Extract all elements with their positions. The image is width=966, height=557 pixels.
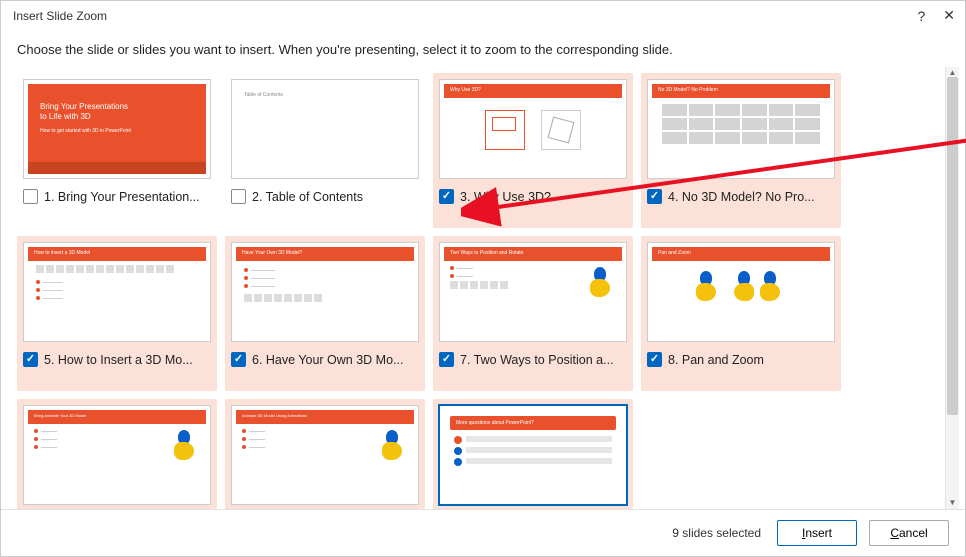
slide-thumbnail: Why Use 3D? [439,79,627,179]
slide-thumbnail: Two Ways to Position and Rotate ———— ———… [439,242,627,342]
slide-item[interactable]: Have Your Own 3D Model? —————— —————— ——… [225,236,425,391]
slide-label: 1. Bring Your Presentation... [44,190,211,204]
slide-thumbnail: Pan and Zoom [647,242,835,342]
insert-button[interactable]: Insert [777,520,857,546]
slide-thumbnail: Bring Animate Your 3D Model ———— ———— ——… [23,405,211,505]
slide-item[interactable]: Table of Contents 2. Table of Contents [225,73,425,228]
slide-checkbox[interactable] [647,352,662,367]
slide-item[interactable]: Animate 3D Model Using Animations ———— —… [225,399,425,509]
slide-item[interactable]: Two Ways to Position and Rotate ———— ———… [433,236,633,391]
slide-checkbox[interactable] [231,189,246,204]
slide-label: 5. How to Insert a 3D Mo... [44,353,211,367]
selection-status: 9 slides selected [672,526,761,540]
slide-item[interactable]: Why Use 3D? 3. Why Use 3D? [433,73,633,228]
slide-thumbnail: Have Your Own 3D Model? —————— —————— ——… [231,242,419,342]
slide-checkbox[interactable] [23,189,38,204]
slide-label: 4. No 3D Model? No Pro... [668,190,835,204]
slide-item[interactable]: Bring Your Presentations to Life with 3D… [17,73,217,228]
slide-item[interactable]: How to insert a 3D Model ————— ————— ———… [17,236,217,391]
slide-thumbnail: No 3D Model? No Problem [647,79,835,179]
slide-item[interactable]: No 3D Model? No Problem 4. No 3D Model? … [641,73,841,228]
slide-checkbox[interactable] [23,352,38,367]
scroll-up-icon[interactable]: ▲ [949,69,957,77]
slide-item[interactable]: More questions about PowerPoint? [433,399,633,509]
slide-item[interactable]: Pan and Zoom 8. Pan and Zoom [641,236,841,391]
close-icon[interactable]: ✕ [943,7,955,24]
dialog-footer: 9 slides selected Insert Cancel [1,509,965,556]
slide-grid: Bring Your Presentations to Life with 3D… [13,67,945,509]
help-icon[interactable]: ? [917,8,925,24]
slide-label: 2. Table of Contents [252,190,419,204]
slide-label: 8. Pan and Zoom [668,353,835,367]
cancel-button[interactable]: Cancel [869,520,949,546]
slide-item[interactable]: Bring Animate Your 3D Model ———— ———— ——… [17,399,217,509]
slide-thumbnail: More questions about PowerPoint? [439,405,627,505]
vertical-scrollbar[interactable]: ▲ ▼ [945,67,959,509]
dialog-title: Insert Slide Zoom [13,9,107,23]
slide-checkbox[interactable] [439,352,454,367]
titlebar: Insert Slide Zoom ? ✕ [1,1,965,30]
slide-label: 3. Why Use 3D? [460,190,627,204]
insert-slide-zoom-dialog: Insert Slide Zoom ? ✕ Choose the slide o… [0,0,966,557]
slide-thumbnail: How to insert a 3D Model ————— ————— ———… [23,242,211,342]
slide-thumbnail: Table of Contents [231,79,419,179]
slide-label: 6. Have Your Own 3D Mo... [252,353,419,367]
scroll-down-icon[interactable]: ▼ [949,499,957,507]
slide-label: 7. Two Ways to Position a... [460,353,627,367]
slide-checkbox[interactable] [231,352,246,367]
slide-checkbox[interactable] [439,189,454,204]
slide-thumbnail: Animate 3D Model Using Animations ———— —… [231,405,419,505]
slide-checkbox[interactable] [647,189,662,204]
slide-thumbnail: Bring Your Presentations to Life with 3D… [23,79,211,179]
instruction-text: Choose the slide or slides you want to i… [1,30,965,67]
